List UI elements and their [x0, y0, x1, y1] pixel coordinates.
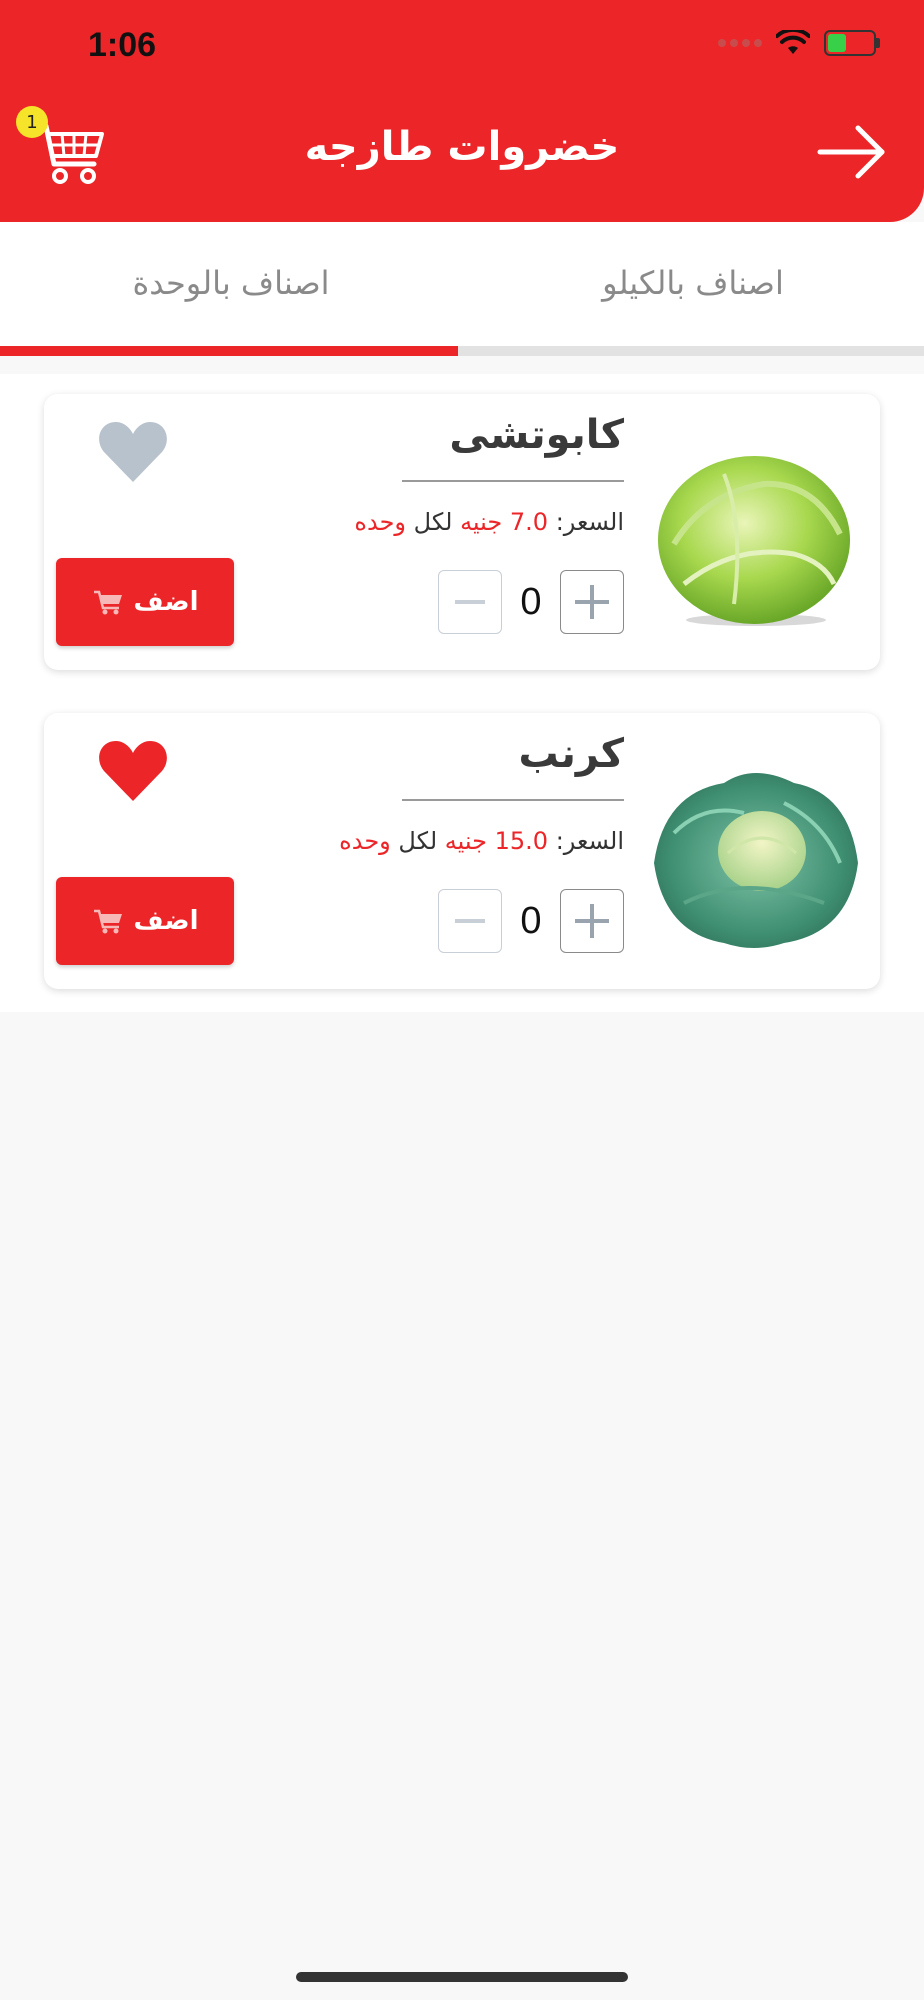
price-currency: جنيه	[444, 827, 487, 855]
heart-icon[interactable]	[98, 420, 168, 484]
tab-by-unit[interactable]: اصناف بالوحدة	[0, 264, 462, 302]
quantity-value: 0	[520, 580, 542, 623]
minus-icon	[455, 919, 485, 923]
battery-icon	[824, 30, 880, 56]
status-time: 1:06	[88, 26, 157, 64]
product-card: كرنب السعر: 15.0 جنيه لكل وحده 0 اضف	[44, 713, 880, 989]
cabbage-image	[654, 773, 858, 948]
price-label: السعر:	[555, 508, 624, 536]
price-label: السعر:	[555, 827, 624, 855]
quantity-stepper: 0	[438, 889, 624, 953]
quantity-stepper: 0	[438, 570, 624, 634]
product-name: كرنب	[518, 731, 624, 777]
category-tabs: اصناف بالوحدة اصناف بالكيلو	[0, 222, 924, 356]
price-per: لكل	[398, 827, 438, 855]
home-indicator	[296, 1972, 628, 1982]
decrement-button[interactable]	[438, 889, 502, 953]
product-price: السعر: 7.0 جنيه لكل وحده	[354, 508, 624, 536]
increment-button[interactable]	[560, 889, 624, 953]
price-unit: وحده	[339, 827, 391, 855]
app-header: 1:06 1 خضروات طازجه	[0, 0, 924, 222]
plus-icon	[575, 585, 609, 619]
add-label: اضف	[133, 587, 199, 617]
product-price: السعر: 15.0 جنيه لكل وحده	[339, 827, 624, 855]
lettuce-image	[658, 456, 850, 626]
minus-icon	[455, 600, 485, 604]
decrement-button[interactable]	[438, 570, 502, 634]
price-value: 7.0	[509, 508, 549, 536]
add-to-cart-button[interactable]: اضف	[56, 877, 234, 965]
heart-icon[interactable]	[98, 739, 168, 803]
cart-icon	[93, 590, 122, 615]
wifi-icon	[776, 30, 810, 54]
tab-by-kilo[interactable]: اصناف بالكيلو	[462, 264, 924, 302]
plus-icon	[575, 904, 609, 938]
price-unit: وحده	[354, 508, 407, 536]
price-currency: جنيه	[460, 508, 503, 536]
product-card: كابوتشى السعر: 7.0 جنيه لكل وحده 0 اضف	[44, 394, 880, 670]
divider	[402, 480, 624, 482]
arrow-right-icon[interactable]	[816, 124, 888, 180]
tab-indicator	[0, 346, 458, 356]
price-per: لكل	[413, 508, 453, 536]
status-icons	[718, 30, 880, 56]
cart-icon	[93, 909, 122, 934]
increment-button[interactable]	[560, 570, 624, 634]
add-label: اضف	[133, 906, 199, 936]
signal-icon	[718, 39, 762, 47]
add-to-cart-button[interactable]: اضف	[56, 558, 234, 646]
page-title: خضروات طازجه	[304, 124, 620, 170]
quantity-value: 0	[520, 899, 542, 942]
divider	[402, 799, 624, 801]
price-value: 15.0	[494, 827, 549, 855]
product-name: كابوتشى	[449, 412, 624, 458]
